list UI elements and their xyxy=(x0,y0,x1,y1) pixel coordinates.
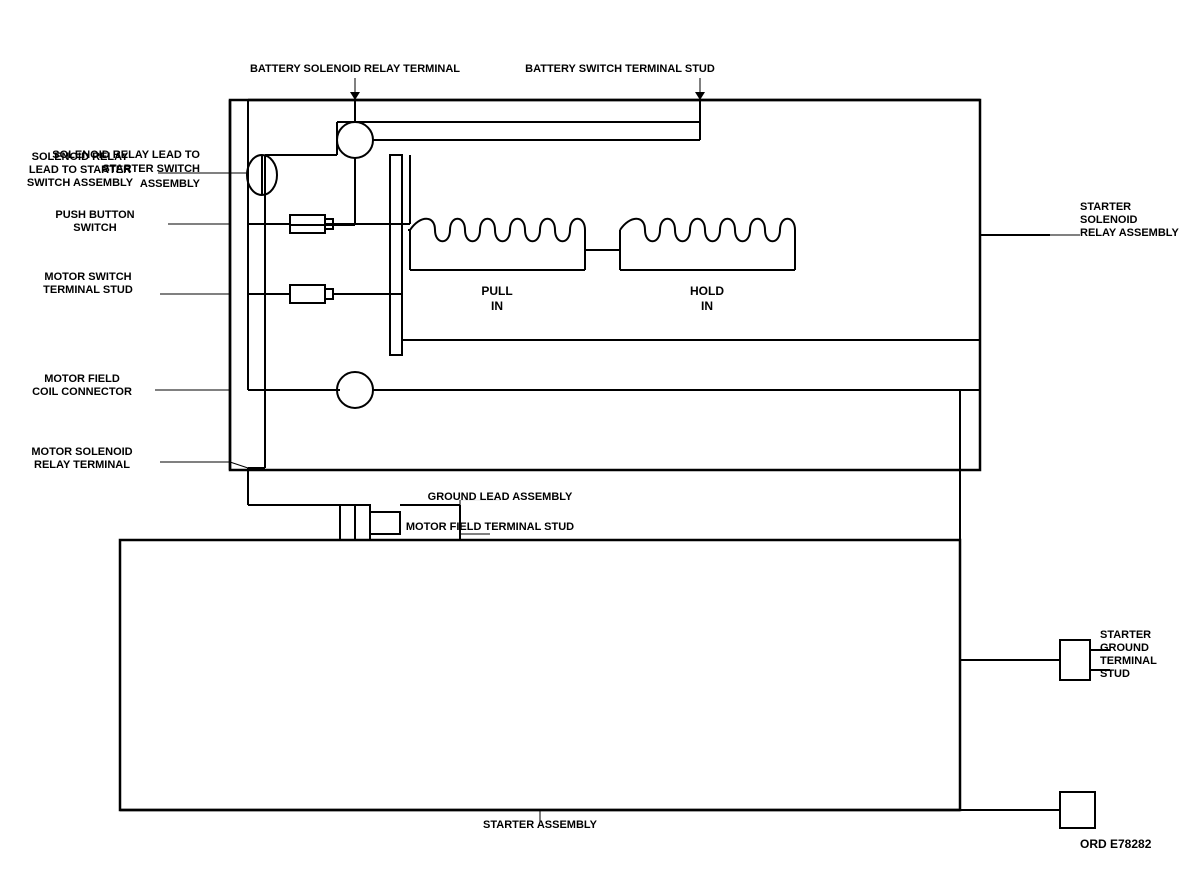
svg-text:GROUND LEAD ASSEMBLY: GROUND LEAD ASSEMBLY xyxy=(428,491,573,503)
svg-text:RELAY TERMINAL: RELAY TERMINAL xyxy=(34,459,130,471)
svg-text:COIL CONNECTOR: COIL CONNECTOR xyxy=(32,386,132,398)
svg-text:SWITCH: SWITCH xyxy=(73,222,116,234)
svg-text:HOLD: HOLD xyxy=(690,284,724,298)
svg-text:STARTER: STARTER xyxy=(1080,201,1131,213)
svg-text:STARTER: STARTER xyxy=(1100,629,1151,641)
svg-text:PULL: PULL xyxy=(481,284,512,298)
svg-text:TERMINAL STUD: TERMINAL STUD xyxy=(43,284,133,296)
svg-text:IN: IN xyxy=(491,299,503,313)
svg-text:TERMINAL: TERMINAL xyxy=(1100,655,1157,667)
svg-text:STUD: STUD xyxy=(1100,668,1130,680)
svg-text:MOTOR SWITCH: MOTOR SWITCH xyxy=(44,271,131,283)
svg-text:SOLENOID: SOLENOID xyxy=(1080,214,1138,226)
svg-text:MOTOR SOLENOID: MOTOR SOLENOID xyxy=(31,446,132,458)
svg-text:IN: IN xyxy=(701,299,713,313)
diagram-container: BATTERY SOLENOID RELAY TERMINAL BATTERY … xyxy=(0,0,1200,873)
svg-text:MOTOR FIELD TERMINAL STUD: MOTOR FIELD TERMINAL STUD xyxy=(406,521,574,533)
solenoid-relay-lead-label: SOLENOID RELAY LEAD TO STARTER SWITCH AS… xyxy=(40,148,200,191)
svg-text:MOTOR FIELD: MOTOR FIELD xyxy=(44,373,120,385)
svg-text:BATTERY SWITCH TERMINAL STUD: BATTERY SWITCH TERMINAL STUD xyxy=(525,63,715,75)
svg-text:BATTERY SOLENOID RELAY TERMINA: BATTERY SOLENOID RELAY TERMINAL xyxy=(250,63,460,75)
svg-text:GROUND: GROUND xyxy=(1100,642,1149,654)
svg-text:ORD E78282: ORD E78282 xyxy=(1080,837,1152,851)
svg-text:RELAY ASSEMBLY: RELAY ASSEMBLY xyxy=(1080,227,1179,239)
svg-text:PUSH BUTTON: PUSH BUTTON xyxy=(55,209,134,221)
